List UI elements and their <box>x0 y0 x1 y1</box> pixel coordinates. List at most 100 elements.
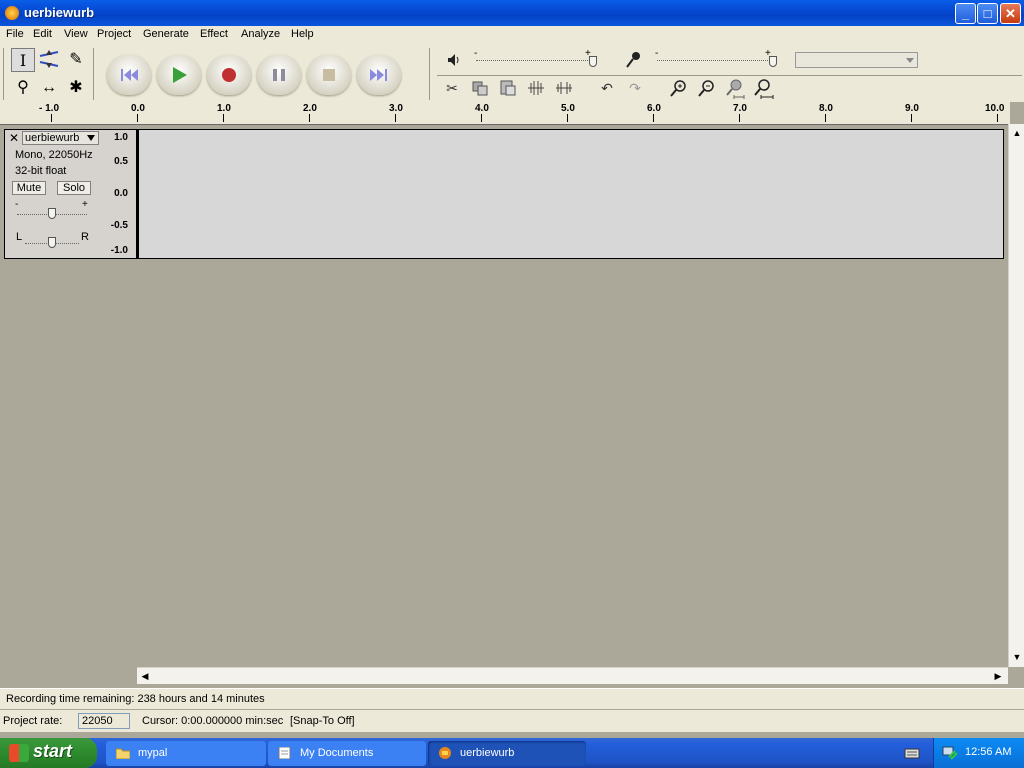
keyboard-icon[interactable] <box>904 745 920 761</box>
taskbar-item-uerbiewurb[interactable]: uerbiewurb <box>428 741 586 766</box>
waveform-area[interactable] <box>137 129 1004 259</box>
pan-right-label: R <box>81 231 89 243</box>
menu-project[interactable]: Project <box>97 28 131 40</box>
ruler-tick <box>653 114 654 122</box>
ruler-tick <box>567 114 568 122</box>
pause-button[interactable] <box>257 55 301 95</box>
scroll-left-icon[interactable]: ◀ <box>138 669 152 683</box>
zoom-in-button[interactable] <box>668 77 690 99</box>
gain-slider-thumb[interactable] <box>48 208 56 219</box>
audacity-icon <box>5 6 19 20</box>
stop-button[interactable] <box>307 55 351 95</box>
scissors-icon: ✂ <box>446 80 458 96</box>
zoom-out-icon <box>698 80 714 97</box>
redo-button[interactable]: ↷ <box>624 77 646 99</box>
menu-help[interactable]: Help <box>291 28 314 40</box>
draw-tool[interactable]: ✎ <box>64 48 88 72</box>
amplitude-label: -1.0 <box>110 245 128 256</box>
ruler-label: 5.0 <box>561 103 575 114</box>
copy-button[interactable] <box>469 77 491 99</box>
play-button[interactable] <box>157 55 201 95</box>
fit-project-button[interactable] <box>752 77 774 99</box>
silence-button[interactable] <box>553 77 575 99</box>
paste-button[interactable] <box>497 77 519 99</box>
ruler-tick <box>51 114 52 122</box>
ruler-label: 7.0 <box>733 103 747 114</box>
status-bar: Recording time remaining: 238 hours and … <box>0 688 1024 709</box>
maximize-icon: □ <box>983 6 992 21</box>
input-volume-slider[interactable] <box>657 60 774 63</box>
vertical-scrollbar[interactable]: ▲ ▼ <box>1008 124 1024 667</box>
scroll-down-icon[interactable]: ▼ <box>1010 650 1024 664</box>
output-volume-thumb[interactable] <box>589 56 597 67</box>
scroll-up-icon[interactable]: ▲ <box>1010 126 1024 140</box>
clock[interactable]: 12:56 AM <box>965 746 1011 758</box>
multi-tool[interactable]: ✱ <box>64 76 88 100</box>
menu-effect[interactable]: Effect <box>200 28 228 40</box>
menu-generate[interactable]: Generate <box>143 28 189 40</box>
microphone-icon <box>626 52 640 68</box>
amplitude-label: 0.5 <box>114 156 128 167</box>
envelope-icon <box>39 50 59 68</box>
project-rate-combo[interactable]: 22050 <box>78 713 130 729</box>
pan-slider-thumb[interactable] <box>48 237 56 248</box>
snap-to-status: [Snap-To Off] <box>290 715 355 727</box>
input-volume-thumb[interactable] <box>769 56 777 67</box>
input-source-select[interactable] <box>795 52 918 68</box>
timeline-ruler[interactable]: - 1.0 0.0 1.0 2.0 3.0 4.0 5.0 6.0 7.0 8.… <box>0 102 1010 125</box>
scroll-right-icon[interactable]: ▶ <box>991 669 1005 683</box>
envelope-tool[interactable] <box>37 48 61 72</box>
ruler-label: 0.0 <box>131 103 145 114</box>
window-title: uerbiewurb <box>24 5 95 20</box>
ruler-tick <box>481 114 482 122</box>
solo-button[interactable]: Solo <box>57 181 91 195</box>
taskbar-item-mypal[interactable]: mypal <box>106 741 266 766</box>
title-bar[interactable] <box>0 0 1024 26</box>
trim-button[interactable] <box>525 77 547 99</box>
amplitude-label: 1.0 <box>114 132 128 143</box>
minimize-icon: _ <box>961 6 970 21</box>
documents-icon <box>278 747 291 759</box>
chevron-down-icon <box>87 135 95 141</box>
timeshift-tool[interactable]: ↔ <box>37 76 61 100</box>
taskbar-item-my-documents[interactable]: My Documents <box>268 741 426 766</box>
ruler-tick <box>997 114 998 122</box>
zoom-tool[interactable]: ⚲ <box>11 76 35 100</box>
taskbar-item-label: mypal <box>138 747 168 759</box>
horizontal-scrollbar[interactable]: ◀ ▶ <box>137 667 1008 684</box>
start-label: start <box>33 741 73 761</box>
undo-button[interactable]: ↶ <box>596 77 618 99</box>
output-minus: - <box>474 48 478 59</box>
pause-icon <box>273 69 285 81</box>
redo-icon: ↷ <box>629 80 641 96</box>
zoom-out-button[interactable] <box>696 77 718 99</box>
ruler-label: 1.0 <box>217 103 231 114</box>
menu-analyze[interactable]: Analyze <box>241 28 280 40</box>
skip-to-end-button[interactable] <box>357 55 401 95</box>
track-name-menu[interactable]: uerbiewurb <box>22 131 99 145</box>
minimize-button[interactable]: _ <box>955 3 976 24</box>
menu-edit[interactable]: Edit <box>33 28 52 40</box>
fit-selection-button[interactable] <box>724 77 746 99</box>
mute-button[interactable]: Mute <box>12 181 46 195</box>
output-volume-slider[interactable] <box>476 60 594 63</box>
ruler-label: 3.0 <box>389 103 403 114</box>
menu-file[interactable]: File <box>6 28 24 40</box>
record-button[interactable] <box>207 55 251 95</box>
cut-button[interactable]: ✂ <box>441 77 463 99</box>
taskbar-item-label: My Documents <box>300 747 374 759</box>
menu-view[interactable]: View <box>64 28 88 40</box>
track-control-panel[interactable]: ✕ uerbiewurb Mono, 22050Hz 32-bit float … <box>4 129 101 259</box>
close-button[interactable]: ✕ <box>1000 3 1021 24</box>
maximize-button[interactable]: □ <box>977 3 998 24</box>
track-close-button[interactable]: ✕ <box>7 132 21 145</box>
selection-tool[interactable]: I <box>11 48 35 72</box>
fit-project-icon <box>754 79 774 99</box>
copy-icon <box>472 81 488 96</box>
ruler-label: - 1.0 <box>39 103 60 114</box>
cursor-position: Cursor: 0:00.000000 min:sec <box>142 715 284 727</box>
gain-plus: + <box>82 199 88 210</box>
toolbar-grip[interactable] <box>3 48 4 100</box>
skip-to-start-button[interactable] <box>107 55 151 95</box>
network-icon[interactable] <box>941 745 959 761</box>
